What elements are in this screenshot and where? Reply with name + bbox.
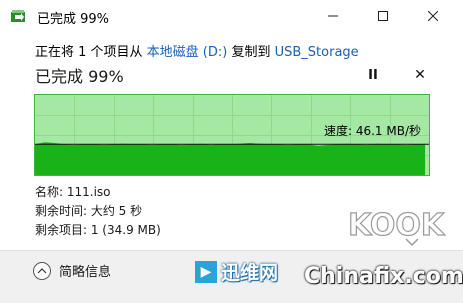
progress-headline: 已完成 99%	[35, 67, 124, 86]
chevron-up-icon	[33, 261, 51, 280]
xunwei-watermark: ▶ 迅维网	[195, 258, 278, 285]
minimize-button[interactable]	[310, 0, 356, 32]
speed-label: 速度: 46.1 MB/秒	[323, 124, 421, 138]
window-title: 已完成 99%	[37, 12, 110, 27]
close-button[interactable]	[410, 0, 456, 32]
copy-progress-icon	[11, 10, 25, 22]
pause-button[interactable]: II	[362, 64, 384, 86]
time-remaining: 剩余时间: 大约 5 秒	[35, 204, 143, 218]
fewer-details-toggle[interactable]: 简略信息	[33, 261, 111, 280]
file-name: 名称: 111.iso	[35, 185, 111, 199]
kook-watermark: KOOK	[348, 207, 447, 247]
maximize-button[interactable]	[360, 0, 406, 32]
close-icon	[428, 11, 438, 21]
xunwei-watermark-text: 迅维网	[221, 262, 279, 284]
xunwei-logo-icon: ▶	[195, 260, 217, 283]
copy-middle: 复制到	[227, 45, 275, 60]
svg-text:KOOK: KOOK	[348, 208, 446, 243]
source-link[interactable]: 本地磁盘 (D:)	[147, 45, 228, 60]
copy-prefix: 正在将 1 个项目从	[35, 45, 147, 60]
destination-link[interactable]: USB_Storage	[275, 45, 359, 60]
speed-area	[35, 142, 426, 175]
cancel-button[interactable]: ✕	[409, 64, 431, 86]
minimize-icon	[328, 15, 338, 17]
items-remaining: 剩余项目: 1 (34.9 MB)	[35, 223, 161, 237]
chinafix-watermark: Chinafix.com	[304, 264, 463, 289]
fewer-details-label: 简略信息	[59, 265, 112, 280]
file-copy-dialog: 已完成 99% 正在将 1 个项目从 本地磁盘 (D:) 复制到 USB_Sto…	[0, 0, 463, 303]
title-bar[interactable]: 已完成 99%	[0, 0, 463, 32]
maximize-icon	[378, 11, 388, 21]
transfer-speed-graph: 速度: 46.1 MB/秒	[34, 94, 430, 176]
copy-description: 正在将 1 个项目从 本地磁盘 (D:) 复制到 USB_Storage	[35, 41, 359, 60]
